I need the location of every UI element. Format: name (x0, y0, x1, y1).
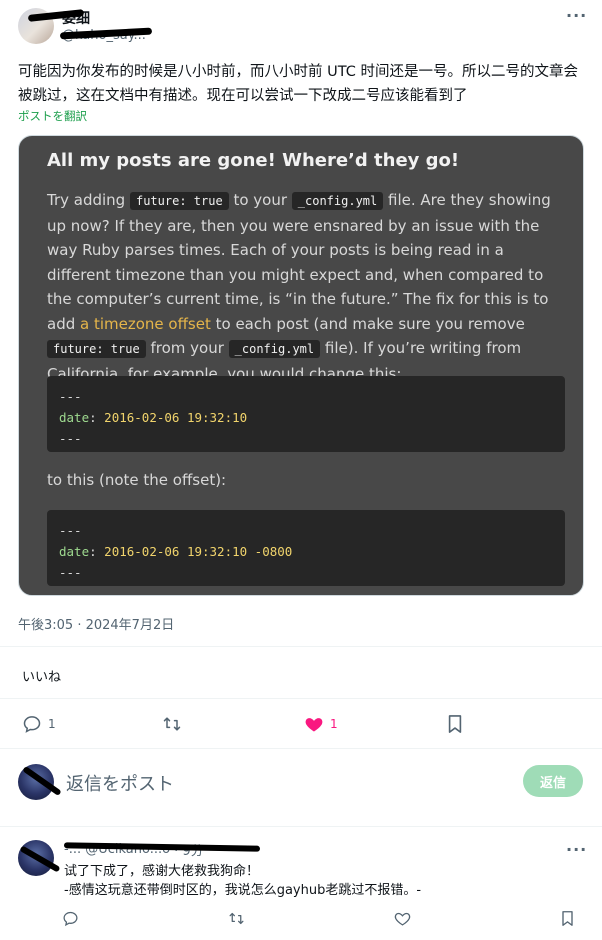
reply-submit-button[interactable]: 返信 (523, 765, 583, 797)
reply-input[interactable]: 返信をポスト (66, 770, 174, 796)
reply-icon (22, 714, 42, 734)
translate-link[interactable]: ポストを翻訳 (18, 108, 87, 124)
bookmark-icon (446, 714, 464, 734)
reply-bookmark-action[interactable] (560, 910, 575, 927)
doc-middle-text: to this (note the offset): (47, 471, 227, 489)
inline-code: future: true (47, 340, 146, 358)
repost-icon (162, 714, 182, 734)
bookmark-icon (560, 910, 575, 927)
doc-title: All my posts are gone! Where’d they go! (47, 150, 460, 171)
heart-icon (304, 714, 324, 734)
reply-action[interactable]: 1 (22, 714, 56, 734)
reply-more-icon[interactable]: ··· (566, 840, 587, 859)
divider (0, 748, 602, 749)
likes-label[interactable]: いいね (22, 666, 61, 685)
doc-paragraph: Try adding future: true to your _config.… (47, 191, 551, 383)
reply-icon (62, 910, 79, 927)
like-action[interactable]: 1 (304, 714, 338, 734)
inline-code: _config.yml (291, 192, 384, 210)
divider (0, 698, 602, 699)
embedded-image[interactable]: All my posts are gone! Where’d they go! … (18, 135, 584, 596)
bookmark-action[interactable] (446, 714, 464, 734)
reply-count: 1 (48, 717, 56, 731)
inline-code: _config.yml (228, 340, 321, 358)
post-text: 可能因为你发布的时候是八小时前，而八小时前 UTC 时间还是一号。所以二号的文章… (18, 64, 578, 104)
heart-outline-icon (394, 910, 411, 927)
code-block-after: --- date: 2016-02-06 19:32:10 -0800 --- (47, 510, 565, 586)
reply-text: 试了下成了，感谢大佬救我狗命！ -感情这玩意还带倒时区的，我说怎么gayhub老… (64, 864, 422, 898)
post-timestamp[interactable]: 午後3:05 · 2024年7月2日 (18, 614, 174, 633)
reply-reply-action[interactable] (62, 910, 79, 927)
divider (0, 646, 602, 647)
reply-like-action[interactable] (394, 910, 411, 927)
reply-repost-action[interactable] (228, 910, 245, 927)
doc-link: a timezone offset (80, 314, 211, 333)
divider (0, 826, 602, 827)
repost-action[interactable] (162, 714, 182, 734)
more-options-icon[interactable]: ··· (566, 6, 587, 25)
like-count: 1 (330, 717, 338, 731)
repost-icon (228, 910, 245, 927)
code-block-before: --- date: 2016-02-06 19:32:10 --- (47, 376, 565, 452)
inline-code: future: true (129, 192, 229, 210)
